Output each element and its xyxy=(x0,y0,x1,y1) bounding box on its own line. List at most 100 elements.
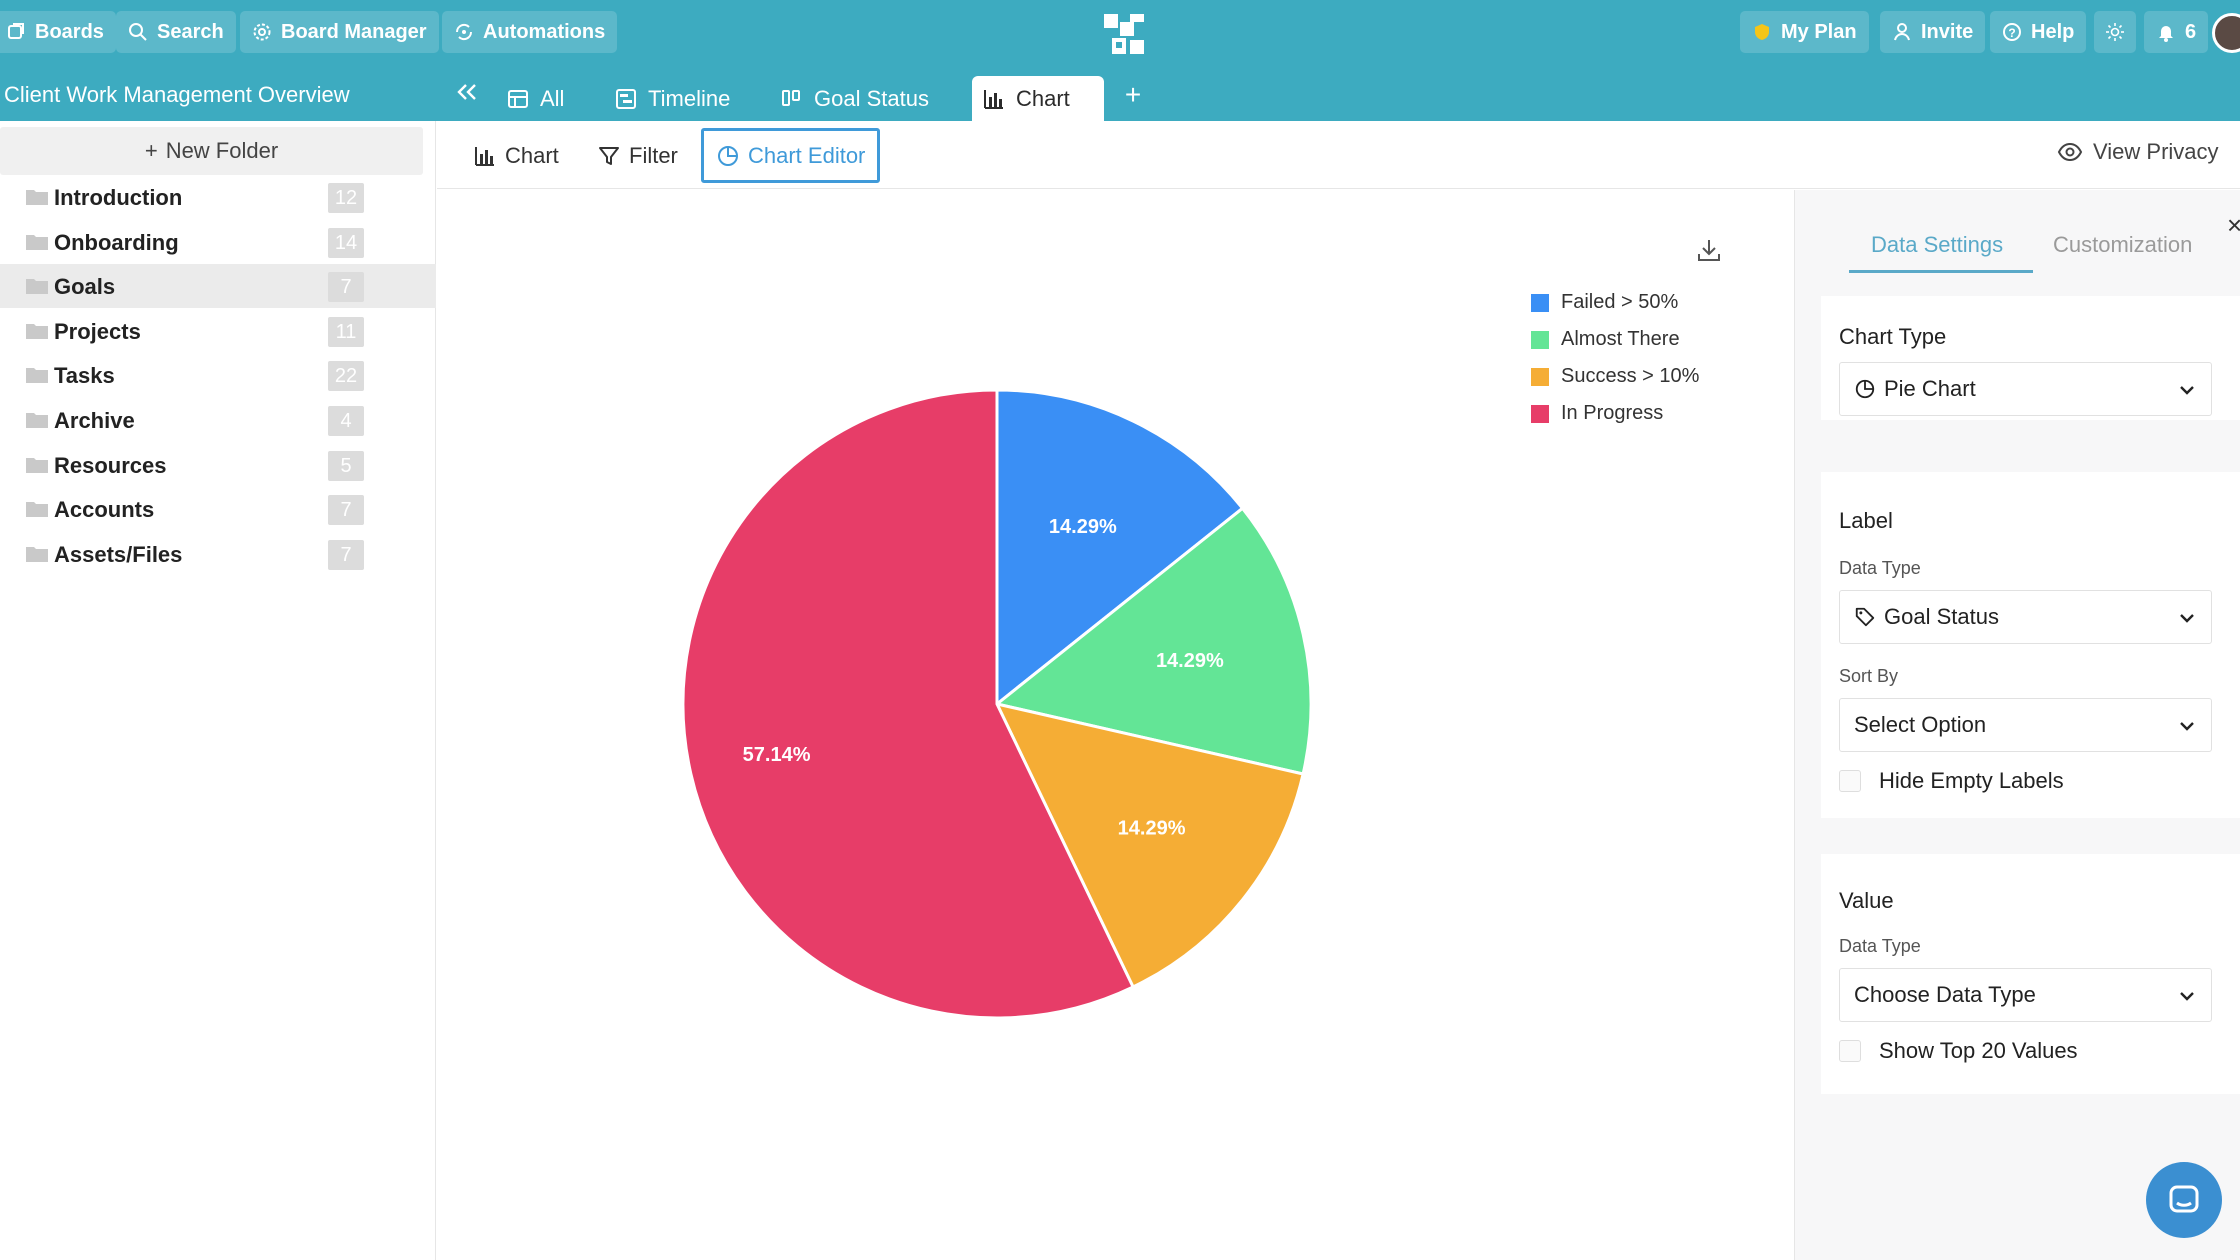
chat-icon xyxy=(2169,1185,2199,1213)
my-plan-label: My Plan xyxy=(1781,20,1857,43)
view-privacy-button[interactable]: View Privacy xyxy=(2057,139,2219,165)
sidebar-item-label: Onboarding xyxy=(54,229,179,255)
chart-editor-label: Chart Editor xyxy=(748,142,866,168)
sidebar-item-resources[interactable]: Resources 5 xyxy=(0,443,436,487)
hide-empty-labels-label: Hide Empty Labels xyxy=(1879,768,2064,793)
help-label: Help xyxy=(2031,20,2075,43)
sidebar-item-onboarding[interactable]: Onboarding 14 xyxy=(0,220,436,264)
boards-button[interactable]: Boards xyxy=(0,11,116,53)
chart-editor-button[interactable]: Chart Editor xyxy=(701,128,881,183)
sun-icon xyxy=(2106,23,2124,41)
sidebar-item-label: Tasks xyxy=(54,363,115,389)
show-top-20-option[interactable]: Show Top 20 Values xyxy=(1839,1038,2078,1064)
hide-empty-labels-option[interactable]: Hide Empty Labels xyxy=(1839,768,2064,794)
collapse-sidebar-icon[interactable] xyxy=(452,78,482,108)
pie-chart-icon xyxy=(718,145,738,166)
sidebar-item-tasks[interactable]: Tasks 22 xyxy=(0,353,436,397)
hide-empty-labels-checkbox[interactable] xyxy=(1839,770,1861,792)
tab-customization[interactable]: Customization xyxy=(2053,232,2192,258)
board-tab-bar: Client Work Management Overview All Time… xyxy=(0,66,2240,121)
tab-all[interactable]: All xyxy=(496,76,574,121)
boards-icon xyxy=(8,23,24,39)
sidebar: + New Folder Introduction 12 Onboarding 14 G… xyxy=(0,121,436,1260)
tab-timeline[interactable]: Timeline xyxy=(604,76,740,121)
tab-goal-status-label: Goal Status xyxy=(814,85,929,111)
sidebar-item-archive[interactable]: Archive 4 xyxy=(0,398,436,442)
pie-slice-label: 14.29% xyxy=(1156,650,1224,672)
sidebar-item-introduction[interactable]: Introduction 12 xyxy=(0,175,436,219)
pie-slice-label: 57.14% xyxy=(743,744,811,766)
filter-button[interactable]: Filter xyxy=(585,128,690,183)
chat-support-button[interactable] xyxy=(2146,1162,2222,1238)
board-manager-label: Board Manager xyxy=(281,20,427,43)
sidebar-item-label: Projects xyxy=(54,318,141,344)
my-plan-button[interactable]: My Plan xyxy=(1740,11,1869,53)
sidebar-item-label: Goals xyxy=(54,274,116,300)
goal-status-icon xyxy=(782,89,800,106)
folder-icon xyxy=(26,368,48,384)
sidebar-item-accounts[interactable]: Accounts 7 xyxy=(0,487,436,531)
chevron-down-icon xyxy=(2180,992,2194,1001)
label-data-type-select[interactable]: Goal Status xyxy=(1839,590,2212,644)
chart-type-select[interactable]: Pie Chart xyxy=(1839,362,2212,416)
plus-icon: + xyxy=(144,138,158,163)
show-top-20-checkbox[interactable] xyxy=(1839,1040,1861,1062)
add-tab-button[interactable]: + xyxy=(1118,80,1148,110)
invite-button[interactable]: Invite xyxy=(1880,11,1986,53)
board-manager-button[interactable]: Board Manager xyxy=(240,11,439,53)
help-button[interactable]: ? Help xyxy=(1990,11,2087,53)
sidebar-item-goals[interactable]: Goals 7 xyxy=(0,264,436,309)
tab-chart[interactable]: Chart xyxy=(972,76,1104,121)
gear-icon xyxy=(253,23,271,41)
search-button[interactable]: Search xyxy=(116,11,236,53)
legend-item[interactable]: Almost There xyxy=(1531,321,1699,358)
tab-goal-status[interactable]: Goal Status xyxy=(770,76,939,121)
legend-item[interactable]: Failed > 50% xyxy=(1531,284,1699,321)
automations-button[interactable]: Automations xyxy=(442,11,618,53)
chart-area: 14.29% 14.29% 14.29% 57.14% Failed > 50% Alm… xyxy=(437,190,1793,1260)
close-panel-button[interactable]: × xyxy=(2227,210,2240,241)
view-privacy-label: View Privacy xyxy=(2093,139,2219,164)
sidebar-item-assets-files[interactable]: Assets/Files 7 xyxy=(0,532,436,576)
chart-button[interactable]: Chart xyxy=(461,128,571,183)
legend-item[interactable]: Success > 10% xyxy=(1531,358,1699,395)
tag-icon xyxy=(1855,607,1875,627)
sidebar-item-projects[interactable]: Projects 11 xyxy=(0,309,436,353)
folder-icon xyxy=(26,190,48,205)
avatar[interactable] xyxy=(2212,13,2240,53)
folder-icon xyxy=(26,279,48,295)
legend-label: Almost There xyxy=(1561,328,1680,350)
sort-by-label: Sort By xyxy=(1839,666,1899,686)
notifications-button[interactable]: 6 xyxy=(2144,11,2209,53)
automations-icon xyxy=(455,23,473,41)
eye-icon xyxy=(2057,142,2083,162)
chart-settings-panel: × Data Settings Customization Chart Type… xyxy=(1794,190,2240,1260)
folder-count-badge: 4 xyxy=(328,406,364,436)
chevron-down-icon xyxy=(2180,614,2194,623)
folder-count-badge: 7 xyxy=(328,539,364,570)
sort-by-select[interactable]: Select Option xyxy=(1839,698,2212,752)
value-data-type-select[interactable]: Choose Data Type xyxy=(1839,968,2212,1022)
folder-icon xyxy=(26,502,48,518)
tab-data-settings[interactable]: Data Settings xyxy=(1871,232,2003,258)
svg-text:?: ? xyxy=(2008,26,2015,40)
label-card: Label Data Type Goal Status Sort By Sele… xyxy=(1821,472,2240,818)
legend-swatch xyxy=(1531,404,1549,423)
automations-label: Automations xyxy=(483,20,606,43)
folder-count-badge: 7 xyxy=(328,495,364,526)
help-icon: ? xyxy=(2003,23,2021,41)
label-data-type-value: Goal Status xyxy=(1884,604,1999,629)
legend-label: In Progress xyxy=(1561,402,1664,424)
folder-count-badge: 12 xyxy=(328,183,364,213)
label-data-type-label: Data Type xyxy=(1839,558,1921,578)
sidebar-item-label: Introduction xyxy=(54,185,183,210)
bell-icon xyxy=(2159,26,2173,42)
new-folder-button[interactable]: + New Folder xyxy=(0,127,423,175)
app-logo-icon[interactable] xyxy=(1102,12,1146,56)
legend-item[interactable]: In Progress xyxy=(1531,395,1699,432)
filter-icon xyxy=(599,146,619,165)
timeline-icon xyxy=(616,88,636,109)
theme-toggle-button[interactable] xyxy=(2094,11,2136,53)
folder-count-badge: 5 xyxy=(328,450,364,481)
search-icon xyxy=(129,23,147,41)
